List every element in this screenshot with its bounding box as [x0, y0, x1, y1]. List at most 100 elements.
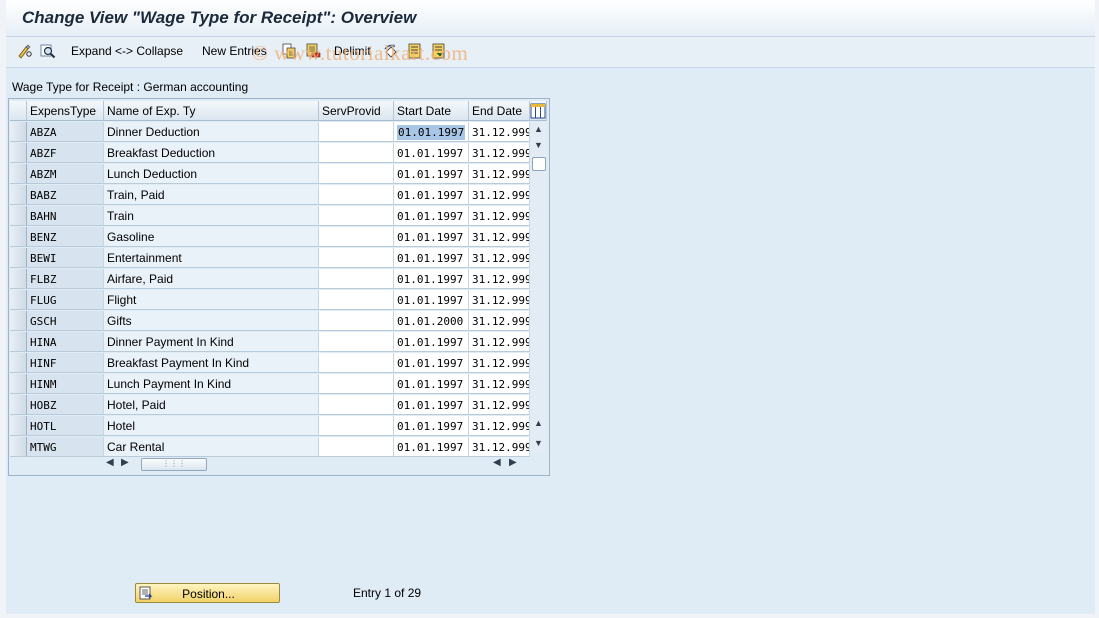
- cell-start-date[interactable]: 01.01.1997: [394, 353, 469, 373]
- row-selector[interactable]: [10, 185, 27, 205]
- cell-end-date[interactable]: 31.12.999: [469, 332, 530, 352]
- cell-end-date[interactable]: 31.12.999: [469, 374, 530, 394]
- delete-icon[interactable]: [304, 42, 322, 60]
- cell-end-date[interactable]: 31.12.999: [469, 185, 530, 205]
- scroll-page-down-icon[interactable]: ▼: [532, 139, 545, 152]
- row-selector[interactable]: [10, 122, 27, 142]
- table-row[interactable]: HOTL Hotel 01.01.1997 31.12.999: [10, 416, 530, 437]
- cell-end-date[interactable]: 31.12.999: [469, 290, 530, 310]
- cell-serv-provid[interactable]: [319, 395, 394, 415]
- table-row[interactable]: HINA Dinner Payment In Kind 01.01.1997 31.1…: [10, 332, 530, 353]
- cell-serv-provid[interactable]: [319, 353, 394, 373]
- table-row[interactable]: HINM Lunch Payment In Kind 01.01.1997 31.12…: [10, 374, 530, 395]
- cell-start-date[interactable]: 01.01.1997: [394, 185, 469, 205]
- cell-serv-provid[interactable]: [319, 416, 394, 436]
- table-row[interactable]: GSCH Gifts 01.01.2000 31.12.999: [10, 311, 530, 332]
- row-selector[interactable]: [10, 437, 27, 457]
- row-selector[interactable]: [10, 332, 27, 352]
- cell-serv-provid[interactable]: [319, 248, 394, 268]
- cell-start-date[interactable]: 01.01.1997: [394, 416, 469, 436]
- cell-end-date[interactable]: 31.12.999: [469, 395, 530, 415]
- scroll-left-icon[interactable]: ◀: [106, 457, 114, 468]
- row-selector[interactable]: [10, 416, 27, 436]
- table-row[interactable]: HINF Breakfast Payment In Kind 01.01.1997 3…: [10, 353, 530, 374]
- cell-serv-provid[interactable]: [319, 290, 394, 310]
- header-name[interactable]: Name of Exp. Ty: [104, 101, 319, 121]
- expand-collapse-button[interactable]: Expand <-> Collapse: [71, 44, 183, 58]
- row-selector[interactable]: [10, 290, 27, 310]
- select-all-rows-header[interactable]: [10, 101, 27, 121]
- header-start-date[interactable]: Start Date: [394, 101, 469, 121]
- row-selector[interactable]: [10, 395, 27, 415]
- cell-serv-provid[interactable]: [319, 437, 394, 457]
- row-selector[interactable]: [10, 164, 27, 184]
- cell-end-date[interactable]: 31.12.999: [469, 164, 530, 184]
- cell-end-date[interactable]: 31.12.999: [469, 311, 530, 331]
- find-icon[interactable]: [39, 42, 57, 60]
- table-row[interactable]: BENZ Gasoline 01.01.1997 31.12.999: [10, 227, 530, 248]
- table-row[interactable]: BEWI Entertainment 01.01.1997 31.12.999: [10, 248, 530, 269]
- cell-start-date[interactable]: 01.01.1997: [394, 227, 469, 247]
- table-row[interactable]: BAHN Train 01.01.1997 31.12.999: [10, 206, 530, 227]
- cell-start-date[interactable]: 01.01.1997: [394, 332, 469, 352]
- horizontal-scroll-thumb[interactable]: ⋮⋮⋮: [141, 458, 207, 471]
- cell-end-date[interactable]: 31.12.999: [469, 227, 530, 247]
- cell-start-date[interactable]: 01.01.1997: [394, 248, 469, 268]
- scroll-right-end-icon[interactable]: ▶: [509, 457, 517, 468]
- cell-serv-provid[interactable]: [319, 185, 394, 205]
- table-row[interactable]: ABZA Dinner Deduction 01.01.1997 31.12.999: [10, 122, 530, 143]
- cell-start-date[interactable]: 01.01.1997: [394, 269, 469, 289]
- cell-start-date[interactable]: 01.01.1997: [394, 206, 469, 226]
- cell-end-date[interactable]: 31.12.999: [469, 143, 530, 163]
- undo-change-icon[interactable]: [382, 42, 400, 60]
- cell-start-date[interactable]: 01.01.1997: [394, 143, 469, 163]
- cell-serv-provid[interactable]: [319, 227, 394, 247]
- scroll-down-icon[interactable]: ▼: [532, 437, 545, 450]
- table-row[interactable]: FLBZ Airfare, Paid 01.01.1997 31.12.999: [10, 269, 530, 290]
- row-selector[interactable]: [10, 374, 27, 394]
- cell-start-date[interactable]: 01.01.1997: [394, 122, 469, 142]
- cell-serv-provid[interactable]: [319, 332, 394, 352]
- cell-serv-provid[interactable]: [319, 122, 394, 142]
- cell-start-date[interactable]: 01.01.2000: [394, 311, 469, 331]
- scroll-right-icon[interactable]: ▶: [121, 457, 129, 468]
- cell-serv-provid[interactable]: [319, 269, 394, 289]
- cell-serv-provid[interactable]: [319, 143, 394, 163]
- copy-as-icon[interactable]: [280, 42, 298, 60]
- row-selector[interactable]: [10, 353, 27, 373]
- cell-end-date[interactable]: 31.12.999: [469, 269, 530, 289]
- cell-serv-provid[interactable]: [319, 206, 394, 226]
- cell-serv-provid[interactable]: [319, 311, 394, 331]
- table-row[interactable]: BABZ Train, Paid 01.01.1997 31.12.999: [10, 185, 530, 206]
- scroll-left-end-icon[interactable]: ◀: [493, 457, 501, 468]
- row-selector[interactable]: [10, 248, 27, 268]
- cell-start-date[interactable]: 01.01.1997: [394, 437, 469, 457]
- vertical-scroll-thumb[interactable]: [532, 157, 546, 171]
- cell-start-date[interactable]: 01.01.1997: [394, 164, 469, 184]
- table-row[interactable]: ABZF Breakfast Deduction 01.01.1997 31.12.9…: [10, 143, 530, 164]
- table-row[interactable]: ABZM Lunch Deduction 01.01.1997 31.12.999: [10, 164, 530, 185]
- select-block-icon[interactable]: [430, 42, 448, 60]
- position-button[interactable]: Position...: [135, 583, 280, 603]
- row-selector[interactable]: [10, 227, 27, 247]
- column-config-icon[interactable]: [530, 101, 547, 121]
- cell-end-date[interactable]: 31.12.999: [469, 122, 530, 142]
- display-change-icon[interactable]: [16, 42, 34, 60]
- cell-end-date[interactable]: 31.12.999: [469, 206, 530, 226]
- new-entries-button[interactable]: New Entries: [202, 44, 267, 58]
- cell-end-date[interactable]: 31.12.999: [469, 437, 530, 457]
- row-selector[interactable]: [10, 311, 27, 331]
- row-selector[interactable]: [10, 206, 27, 226]
- cell-start-date[interactable]: 01.01.1997: [394, 374, 469, 394]
- scroll-up-icon[interactable]: ▲: [532, 123, 545, 136]
- horizontal-scrollbar[interactable]: ◀ ▶ ⋮⋮⋮ ◀ ▶: [103, 455, 529, 473]
- table-row[interactable]: HOBZ Hotel, Paid 01.01.1997 31.12.999: [10, 395, 530, 416]
- cell-serv-provid[interactable]: [319, 164, 394, 184]
- scroll-page-up-icon[interactable]: ▲: [532, 417, 545, 430]
- cell-start-date[interactable]: 01.01.1997: [394, 395, 469, 415]
- table-row[interactable]: FLUG Flight 01.01.1997 31.12.999: [10, 290, 530, 311]
- header-end-date[interactable]: End Date: [469, 101, 530, 121]
- select-all-icon[interactable]: [406, 42, 424, 60]
- vertical-scrollbar[interactable]: ▲ ▼ ▲ ▼: [530, 121, 547, 453]
- row-selector[interactable]: [10, 269, 27, 289]
